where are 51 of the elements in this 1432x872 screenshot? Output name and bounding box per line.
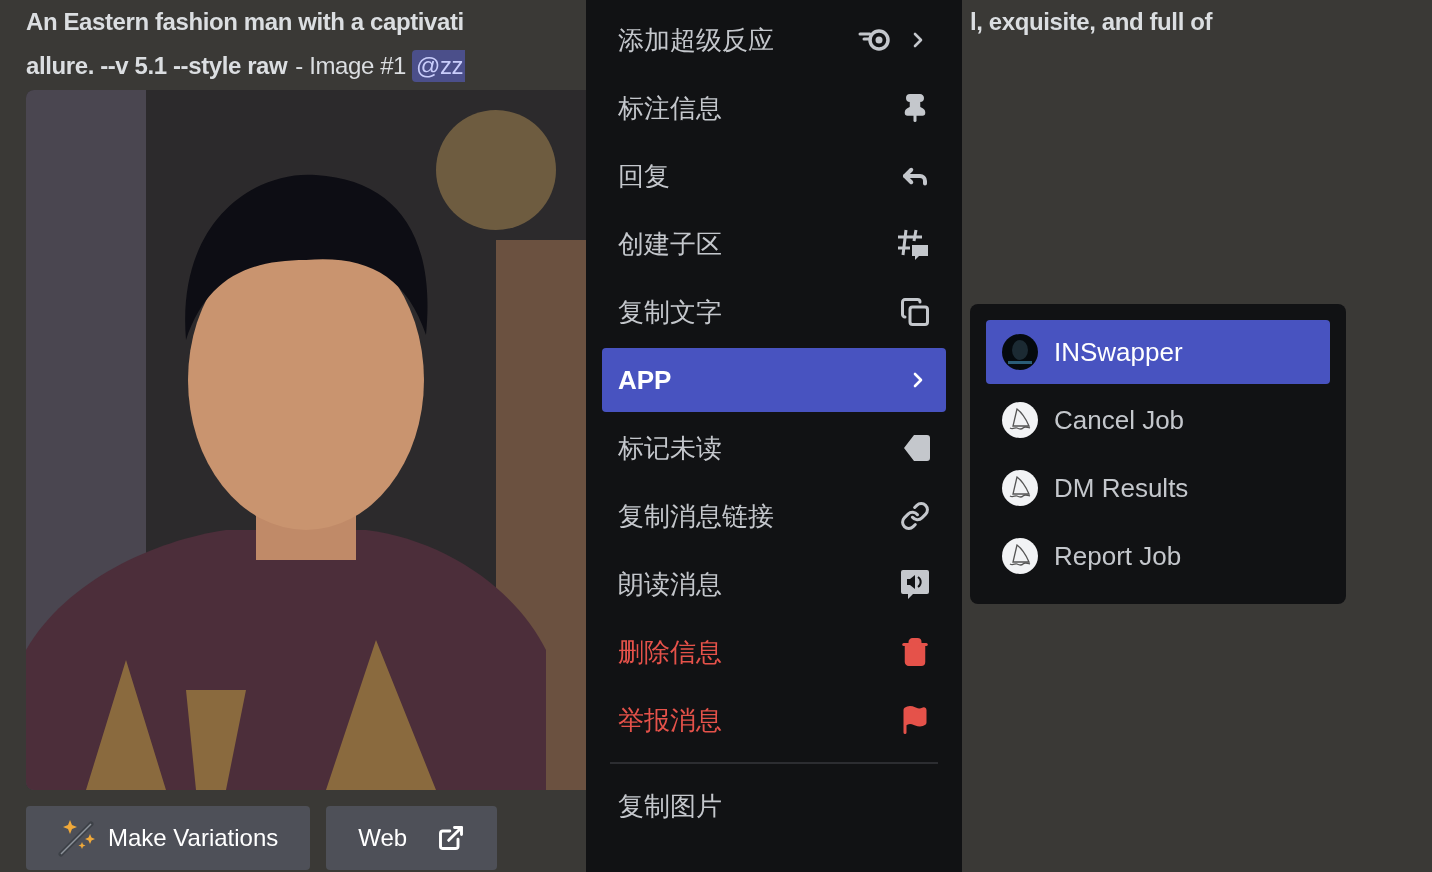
web-button[interactable]: Web bbox=[326, 806, 498, 870]
sailboat-avatar-icon bbox=[1002, 402, 1038, 438]
menu-item[interactable]: 复制消息链接 bbox=[602, 484, 946, 548]
menu-item-label: 举报消息 bbox=[618, 703, 722, 737]
menu-item-label: 复制图片 bbox=[618, 789, 722, 823]
menu-item[interactable]: 创建子区 bbox=[602, 212, 946, 276]
app-menu-item[interactable]: Cancel Job bbox=[986, 388, 1330, 452]
speech-bubble-icon bbox=[900, 569, 930, 599]
app-menu-item[interactable]: INSwapper bbox=[986, 320, 1330, 384]
menu-item-label: 标注信息 bbox=[618, 91, 722, 125]
flag-icon bbox=[900, 705, 930, 735]
avatar-icon bbox=[1002, 334, 1038, 370]
menu-item[interactable]: 回复 bbox=[602, 144, 946, 208]
thread-icon bbox=[896, 227, 930, 261]
menu-item[interactable]: APP bbox=[602, 348, 946, 412]
super-reaction-icon bbox=[858, 27, 892, 53]
menu-item[interactable]: 复制文字 bbox=[602, 280, 946, 344]
menu-item-label: 添加超级反应 bbox=[618, 23, 774, 57]
menu-item[interactable]: 标记未读 bbox=[602, 416, 946, 480]
sailboat-avatar-icon bbox=[1002, 538, 1038, 574]
menu-item-label: 创建子区 bbox=[618, 227, 722, 261]
menu-item-label: 复制消息链接 bbox=[618, 499, 774, 533]
link-icon bbox=[900, 501, 930, 531]
sailboat-avatar-icon bbox=[1002, 470, 1038, 506]
menu-item-label: 朗读消息 bbox=[618, 567, 722, 601]
menu-item-label: APP bbox=[618, 364, 672, 396]
app-name: DM Results bbox=[1054, 472, 1189, 504]
message-text: An Eastern fashion man with a captivati bbox=[26, 8, 464, 36]
app-name: INSwapper bbox=[1054, 336, 1183, 368]
app-menu-item[interactable]: DM Results bbox=[986, 456, 1330, 520]
menu-item-label: 复制文字 bbox=[618, 295, 722, 329]
menu-item[interactable]: 复制图片 bbox=[602, 774, 946, 838]
menu-item[interactable]: 朗读消息 bbox=[602, 552, 946, 616]
image-label: - Image #1 bbox=[295, 52, 407, 80]
message-text: l, exquisite, and full of bbox=[970, 8, 1213, 36]
trash-icon bbox=[900, 637, 930, 667]
external-link-icon bbox=[437, 824, 466, 852]
app-name: Report Job bbox=[1054, 540, 1182, 572]
menu-item[interactable]: 标注信息 bbox=[602, 76, 946, 140]
menu-item[interactable]: 添加超级反应 bbox=[602, 8, 946, 72]
app-name: Cancel Job bbox=[1054, 404, 1185, 436]
copy-icon bbox=[900, 297, 930, 327]
prompt-text: allure. --v 5.1 --style raw bbox=[26, 52, 288, 80]
menu-item-label: 回复 bbox=[618, 159, 670, 193]
menu-item[interactable]: 举报消息 bbox=[602, 688, 946, 752]
app-menu-item[interactable]: Report Job bbox=[986, 524, 1330, 588]
menu-item-label: 删除信息 bbox=[618, 635, 722, 669]
menu-item-label: 标记未读 bbox=[618, 431, 722, 465]
user-mention[interactable]: @zz bbox=[412, 50, 466, 82]
make-variations-button[interactable]: Make Variations bbox=[26, 806, 311, 870]
menu-item[interactable]: 删除信息 bbox=[602, 620, 946, 684]
